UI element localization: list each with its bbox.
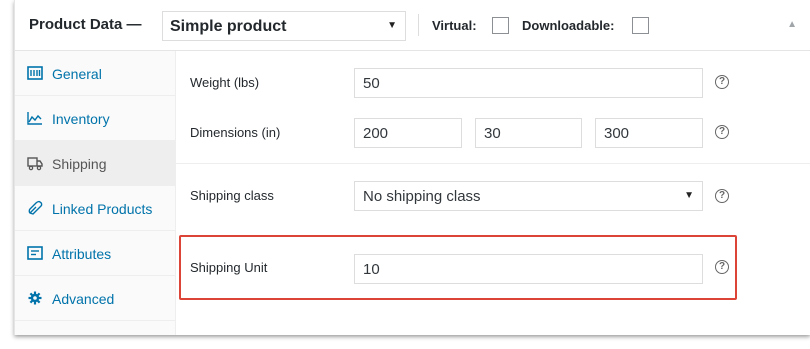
header-divider xyxy=(418,14,419,36)
tab-attributes[interactable]: Attributes xyxy=(15,231,175,276)
shipping-unit-label: Shipping Unit xyxy=(190,260,268,275)
shipping-panel: Weight (lbs) 50 ? Dimensions (in) 200 30… xyxy=(176,51,810,335)
product-type-select[interactable]: Simple product ▼ xyxy=(162,11,406,41)
tab-linked-products[interactable]: Linked Products xyxy=(15,186,175,231)
product-data-header: Product Data — Simple product ▼ Virtual:… xyxy=(15,0,810,51)
product-type-value: Simple product xyxy=(170,18,287,35)
tab-advanced[interactable]: Advanced xyxy=(15,276,175,321)
dimensions-label: Dimensions (in) xyxy=(190,125,281,140)
general-icon xyxy=(27,66,43,80)
length-input[interactable]: 200 xyxy=(354,118,462,148)
product-data-panel: Product Data — Simple product ▼ Virtual:… xyxy=(14,0,810,335)
virtual-label: Virtual: xyxy=(432,18,477,33)
shipping-unit-input[interactable]: 10 xyxy=(354,254,703,284)
width-input[interactable]: 30 xyxy=(475,118,582,148)
weight-help-icon[interactable]: ? xyxy=(715,75,729,89)
tab-shipping[interactable]: Shipping xyxy=(15,141,175,186)
tab-advanced-label: Advanced xyxy=(52,291,115,307)
tab-linked-products-label: Linked Products xyxy=(52,201,153,217)
virtual-checkbox[interactable] xyxy=(492,17,509,34)
attributes-icon xyxy=(27,246,43,260)
tab-inventory[interactable]: Inventory xyxy=(15,96,175,141)
gear-icon xyxy=(28,291,42,305)
tab-attributes-label: Attributes xyxy=(52,246,112,262)
tab-general-label: General xyxy=(52,66,102,82)
truck-icon xyxy=(27,157,43,171)
panel-title: Product Data — xyxy=(29,16,142,33)
tab-general[interactable]: General xyxy=(15,51,175,96)
dropdown-arrow-icon: ▼ xyxy=(387,20,397,31)
weight-input[interactable]: 50 xyxy=(354,68,703,98)
weight-label: Weight (lbs) xyxy=(190,75,260,90)
shipping-class-label: Shipping class xyxy=(190,188,274,203)
shipping-class-select[interactable]: No shipping class ▼ xyxy=(354,181,703,211)
downloadable-label: Downloadable: xyxy=(522,18,615,33)
tab-inventory-label: Inventory xyxy=(52,111,110,127)
shipping-unit-help-icon[interactable]: ? xyxy=(715,260,729,274)
shipping-class-help-icon[interactable]: ? xyxy=(715,189,729,203)
shipping-class-value: No shipping class xyxy=(363,188,481,205)
height-input[interactable]: 300 xyxy=(595,118,703,148)
product-data-tabs: General Inventory Shipping Linked Produc… xyxy=(15,51,176,335)
dimensions-help-icon[interactable]: ? xyxy=(715,125,729,139)
inventory-icon xyxy=(27,112,42,125)
downloadable-checkbox[interactable] xyxy=(632,17,649,34)
dropdown-arrow-icon: ▼ xyxy=(684,190,694,201)
link-icon xyxy=(28,200,43,215)
collapse-toggle-icon[interactable]: ▲ xyxy=(787,19,797,30)
section-divider xyxy=(176,163,810,164)
tab-shipping-label: Shipping xyxy=(52,156,107,172)
